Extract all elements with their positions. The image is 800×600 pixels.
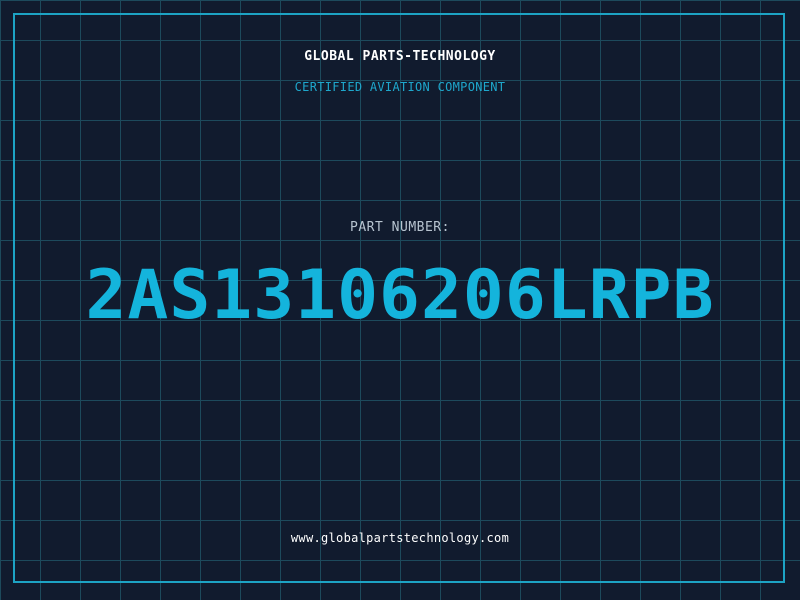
- part-number-label: PART NUMBER:: [350, 220, 450, 235]
- company-name: GLOBAL PARTS-TECHNOLOGY: [304, 49, 496, 64]
- website-url: www.globalpartstechnology.com: [290, 531, 510, 545]
- part-number-value: 2AS13106206LRPB: [85, 256, 715, 335]
- certification-subtitle: CERTIFIED AVIATION COMPONENT: [294, 80, 506, 94]
- part-card: GLOBAL PARTS-TECHNOLOGY CERTIFIED AVIATI…: [0, 0, 800, 600]
